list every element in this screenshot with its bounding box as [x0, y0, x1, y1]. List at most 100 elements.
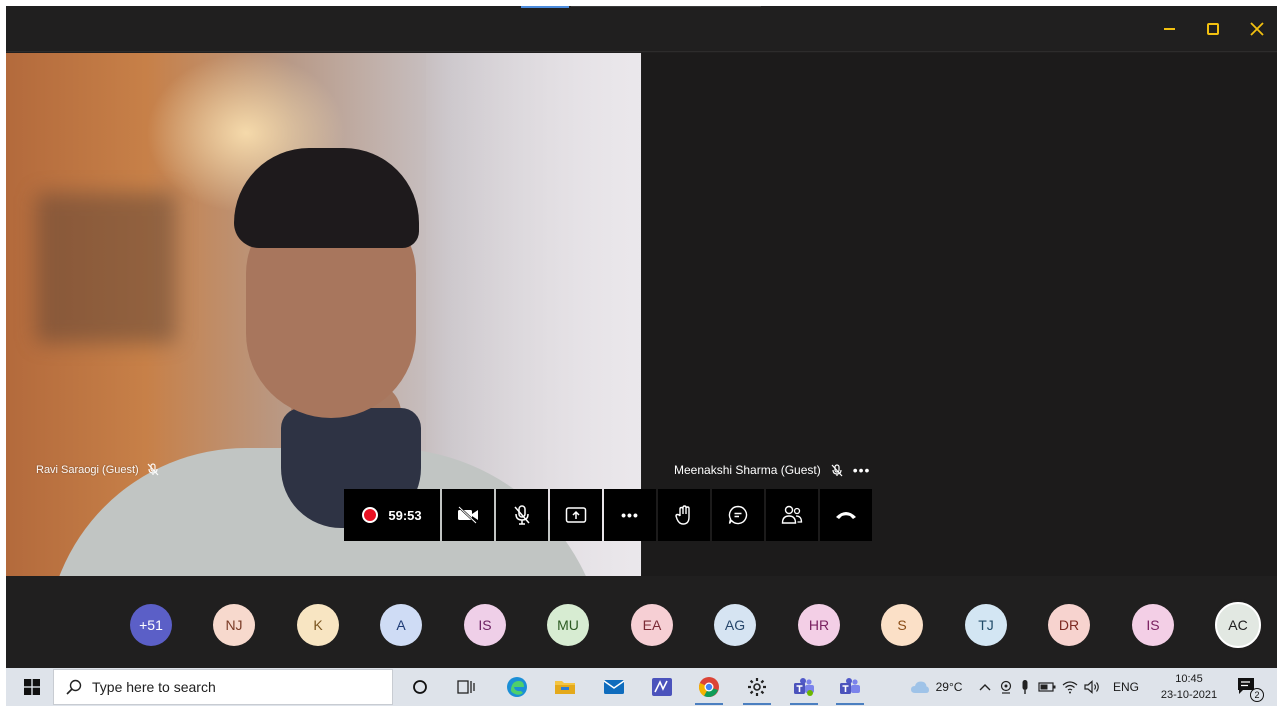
participant-avatar[interactable]: NJ — [213, 604, 255, 646]
participant-avatar[interactable]: S — [881, 604, 923, 646]
task-view-button[interactable] — [450, 668, 482, 706]
more-actions-label: ••• — [621, 507, 639, 523]
close-button[interactable] — [1242, 16, 1272, 42]
participant-avatar[interactable]: AG — [714, 604, 756, 646]
edge-taskbar-button[interactable] — [499, 668, 535, 706]
participant-avatar[interactable]: HR — [798, 604, 840, 646]
chrome-browser-icon — [699, 677, 719, 698]
chat-button[interactable] — [712, 489, 764, 541]
share-screen-icon — [565, 507, 587, 523]
microphone-icon — [1022, 680, 1028, 694]
chrome-taskbar-button[interactable] — [691, 668, 727, 706]
cloud-icon — [910, 681, 929, 693]
notification-count-badge: 2 — [1250, 688, 1264, 702]
participant-more-options-button[interactable]: ••• — [853, 462, 871, 478]
battery-icon — [1038, 682, 1056, 692]
restore-icon — [1207, 23, 1219, 35]
teams-taskbar-button[interactable] — [832, 668, 868, 706]
share-screen-button[interactable] — [550, 489, 602, 541]
temperature-text: 29°C — [935, 680, 963, 694]
running-indicator — [695, 703, 723, 705]
camera-off-icon — [458, 506, 478, 524]
recording-indicator[interactable]: 59:53 — [344, 489, 440, 541]
gear-icon — [748, 678, 766, 696]
participant-avatar[interactable]: +51 — [130, 604, 172, 646]
chevron-up-icon — [979, 684, 991, 691]
edge-browser-icon — [507, 677, 527, 697]
participant-avatar[interactable]: IS — [464, 604, 506, 646]
language-text: ENG — [1112, 680, 1139, 694]
muted-mic-icon — [831, 463, 843, 476]
participants-button[interactable] — [766, 489, 818, 541]
participant-avatar[interactable]: EA — [631, 604, 673, 646]
more-actions-button[interactable]: ••• — [604, 489, 656, 541]
participant-avatar[interactable]: DR — [1048, 604, 1090, 646]
participant-name: Meenakshi Sharma (Guest) — [674, 463, 821, 477]
start-button[interactable] — [14, 668, 50, 706]
clock-time: 10:45 — [1175, 673, 1203, 685]
mic-off-icon — [514, 505, 530, 525]
participant-name-label: Meenakshi Sharma (Guest) ••• — [674, 462, 870, 478]
microphone-tray-button[interactable] — [1016, 668, 1034, 706]
meeting-timer: 59:53 — [388, 507, 422, 523]
close-icon — [1250, 22, 1264, 36]
maximize-button[interactable] — [1198, 16, 1228, 42]
input-language-button[interactable]: ENG — [1106, 668, 1146, 706]
task-view-icon — [457, 680, 475, 694]
file-explorer-taskbar-button[interactable] — [547, 668, 583, 706]
participant-avatar[interactable]: A — [380, 604, 422, 646]
teams-icon — [794, 678, 814, 696]
title-divider-line — [571, 6, 761, 7]
volume-tray-button[interactable] — [1082, 668, 1102, 706]
minimize-button[interactable] — [1154, 16, 1184, 42]
hang-up-button[interactable] — [820, 489, 872, 541]
whiteboard-icon — [652, 678, 672, 696]
cortana-button[interactable] — [404, 668, 436, 706]
meet-now-tray-button[interactable] — [996, 668, 1016, 706]
wifi-tray-button[interactable] — [1060, 668, 1080, 706]
participant-roster: +51 NJ K A IS MU EA AG HR S TJ DR IS AC — [6, 577, 1277, 668]
participant-avatar[interactable]: K — [297, 604, 339, 646]
minimize-icon — [1163, 28, 1175, 30]
folder-icon — [555, 681, 575, 694]
mic-toggle-button[interactable] — [496, 489, 548, 541]
camera-toggle-button[interactable] — [442, 489, 494, 541]
clock-date: 23-10-2021 — [1160, 689, 1218, 701]
whiteboard-taskbar-button[interactable] — [644, 668, 680, 706]
recording-dot-icon — [362, 507, 379, 523]
teams-icon — [840, 678, 860, 694]
participant-avatar[interactable]: TJ — [965, 604, 1007, 646]
weather-widget[interactable]: 29°C — [896, 668, 976, 706]
notifications-button[interactable]: 2 — [1230, 668, 1266, 706]
running-indicator — [790, 703, 818, 705]
running-indicator — [836, 703, 864, 705]
meeting-control-bar: 59:53 ••• — [344, 489, 872, 541]
teams-meeting-window: Ravi Saraogi (Guest) Meenakshi Sharma (G… — [6, 6, 1277, 668]
search-icon — [66, 679, 82, 695]
mail-icon — [603, 680, 625, 694]
windows-logo-icon — [24, 679, 40, 695]
participant-name: Ravi Saraogi (Guest) — [36, 463, 139, 476]
chat-icon — [728, 505, 748, 525]
people-icon — [781, 505, 803, 524]
system-clock[interactable]: 10:45 23-10-2021 — [1154, 671, 1224, 703]
mail-taskbar-button[interactable] — [596, 668, 632, 706]
teams-work-taskbar-button[interactable] — [786, 668, 822, 706]
search-placeholder: Type here to search — [92, 679, 216, 695]
raise-hand-button[interactable] — [658, 489, 710, 541]
taskbar-search-box[interactable]: Type here to search — [53, 669, 393, 705]
title-bar — [6, 6, 1277, 52]
participant-avatar[interactable]: MU — [547, 604, 589, 646]
show-hidden-icons-button[interactable] — [976, 668, 994, 706]
cortana-circle-icon — [413, 680, 427, 694]
settings-taskbar-button[interactable] — [739, 668, 775, 706]
muted-mic-icon — [147, 463, 159, 476]
running-indicator — [743, 703, 771, 705]
hang-up-icon — [836, 512, 856, 519]
speaker-icon — [1084, 680, 1099, 694]
raise-hand-icon — [675, 505, 690, 525]
battery-tray-button[interactable] — [1036, 668, 1058, 706]
wifi-icon — [1062, 681, 1078, 694]
participant-avatar[interactable]: IS — [1132, 604, 1174, 646]
participant-avatar[interactable]: AC — [1215, 602, 1261, 648]
